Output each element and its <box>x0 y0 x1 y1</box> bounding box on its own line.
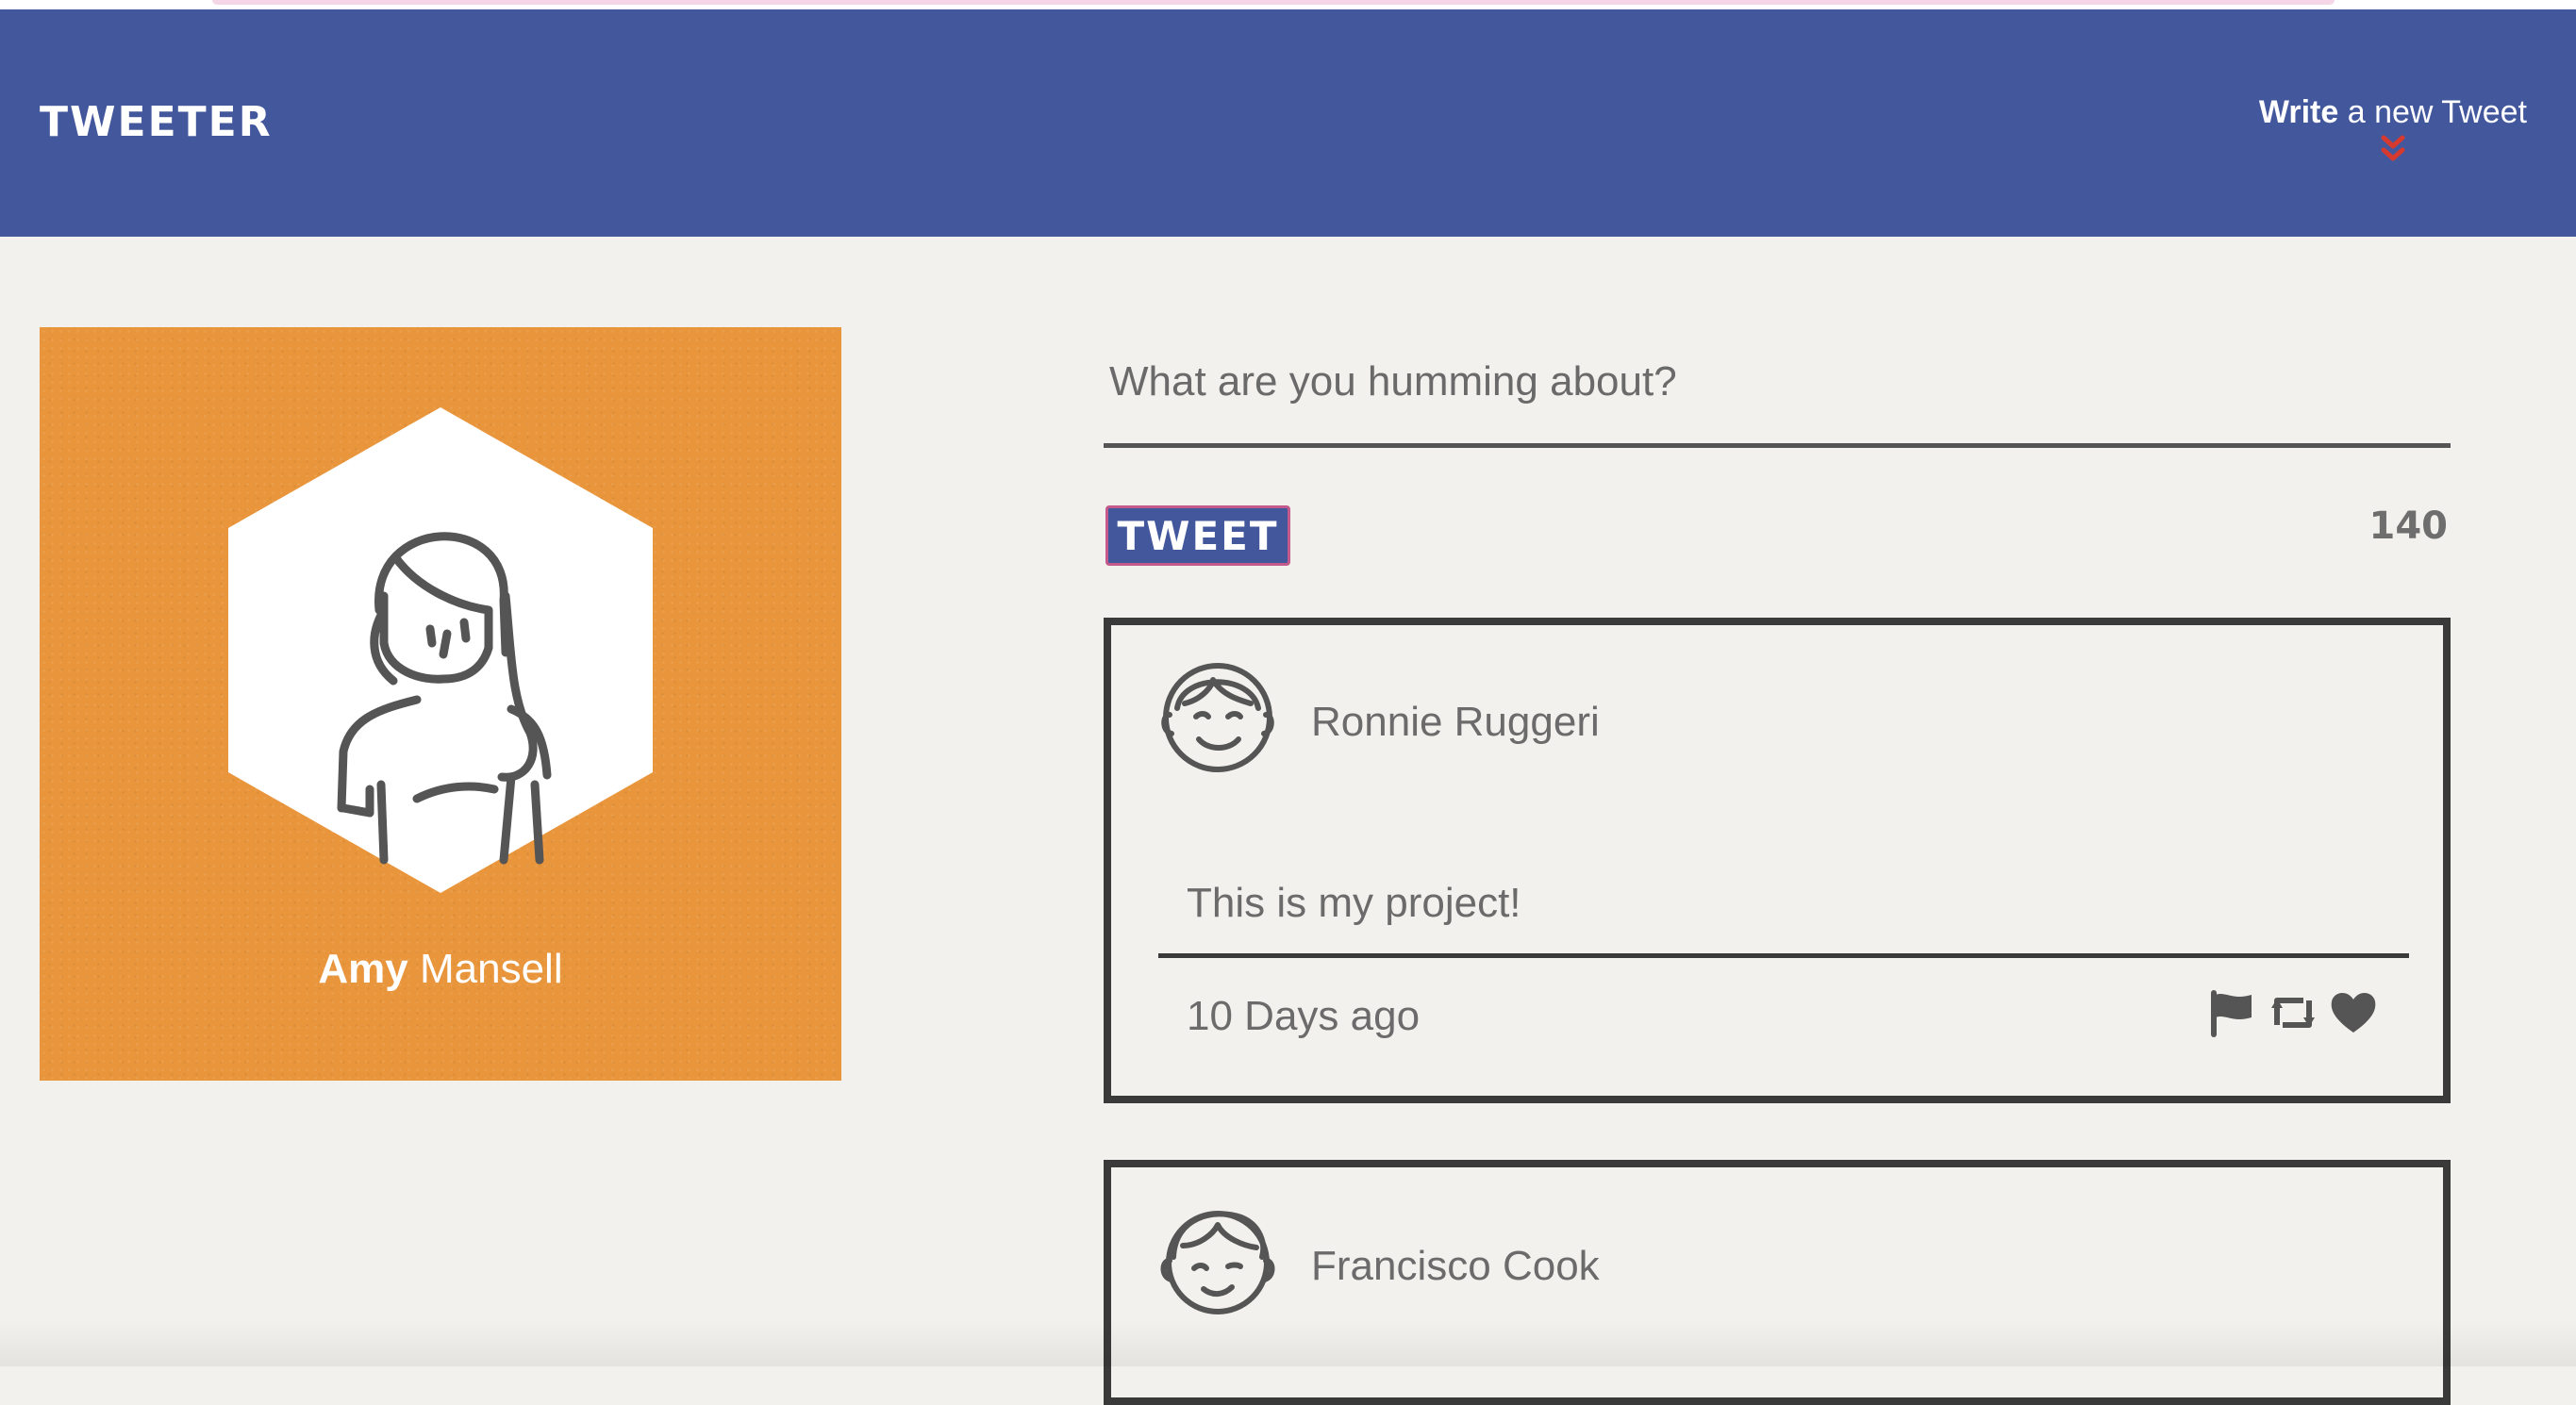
profile-name: Amy Mansell <box>40 946 841 993</box>
write-link-strong: Write <box>2258 94 2339 130</box>
tweet-author[interactable]: Francisco Cook <box>1311 1243 1600 1290</box>
top-navbar: TWEETER Write a new Tweet <box>0 9 2576 237</box>
tweet-author[interactable]: Ronnie Ruggeri <box>1311 699 1600 746</box>
double-chevron-down-icon <box>2381 135 2405 161</box>
top-strip <box>0 0 2576 9</box>
tweet-compose-input[interactable] <box>1104 321 2451 448</box>
tweet-card: Francisco Cook <box>1104 1160 2451 1405</box>
profile-last-name: Mansell <box>407 946 563 992</box>
tweet-actions <box>2201 987 2379 1038</box>
flag-icon[interactable] <box>2206 987 2257 1038</box>
tweet-submit-button[interactable]: TWEET <box>1105 505 1290 566</box>
tweet-card: Ronnie Ruggeri This is my project! 10 Da… <box>1104 618 2451 1103</box>
profile-first-name: Amy <box>318 946 408 992</box>
heart-icon[interactable] <box>2328 987 2379 1038</box>
write-new-tweet-link[interactable]: Write a new Tweet <box>2259 94 2527 163</box>
write-link-rest: a new Tweet <box>2338 94 2527 130</box>
tweet-text: This is my project! <box>1187 880 1521 926</box>
profile-card: Amy Mansell <box>40 327 841 1081</box>
man-smiling-avatar-icon <box>1161 663 1274 772</box>
site-logo[interactable]: TWEETER <box>40 102 273 143</box>
tweet-timestamp: 10 Days ago <box>1187 993 1421 1039</box>
top-strip-pill <box>212 0 2335 5</box>
tweet-divider <box>1158 953 2409 958</box>
man-winking-avatar-icon <box>1160 1211 1275 1314</box>
retweet-icon[interactable] <box>2268 987 2318 1038</box>
woman-avatar-icon <box>228 407 653 893</box>
character-counter: 140 <box>2368 504 2449 548</box>
